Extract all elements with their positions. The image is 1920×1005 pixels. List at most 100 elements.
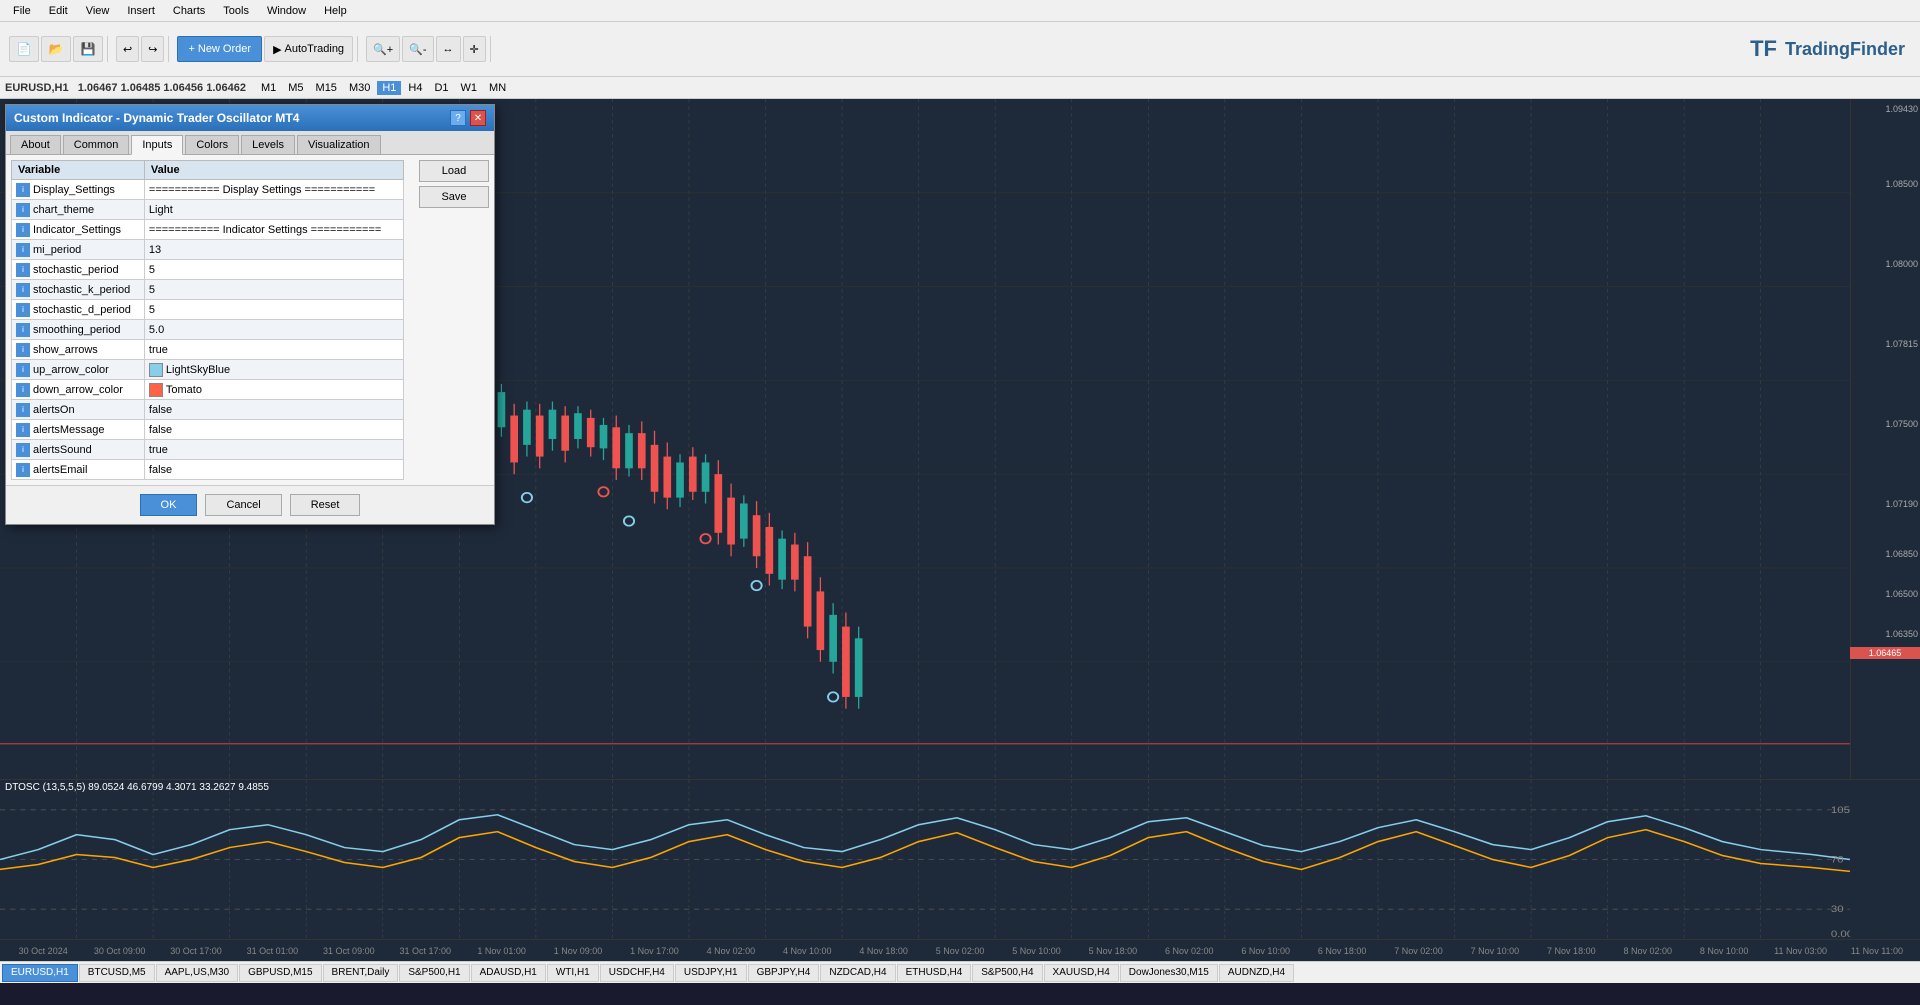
cancel-button[interactable]: Cancel — [205, 494, 281, 516]
param-icon: i — [16, 463, 30, 477]
time-label-22: 8 Nov 02:00 — [1610, 946, 1686, 956]
logo-text: TradingFinder — [1785, 39, 1905, 60]
table-row[interactable]: istochastic_d_period5 — [12, 300, 404, 320]
param-icon: i — [16, 203, 30, 217]
bottom-tab-eurusd-h1[interactable]: EURUSD,H1 — [2, 964, 78, 982]
table-row[interactable]: iIndicator_Settings=========== Indicator… — [12, 220, 404, 240]
table-row[interactable]: ismoothing_period5.0 — [12, 320, 404, 340]
file-tools: 📄 📂 💾 — [5, 36, 108, 62]
time-label-6: 31 Oct 17:00 — [387, 946, 463, 956]
bottom-tab-audnzd-h4[interactable]: AUDNZD,H4 — [1219, 964, 1294, 982]
bottom-tab-nzdcad-h4[interactable]: NZDCAD,H4 — [820, 964, 895, 982]
dialog-tab-inputs[interactable]: Inputs — [131, 135, 183, 155]
menu-edit[interactable]: Edit — [41, 3, 76, 19]
menu-bar: File Edit View Insert Charts Tools Windo… — [0, 0, 1920, 22]
bottom-tab-sp500-h4[interactable]: S&P500,H4 — [972, 964, 1042, 982]
bottom-tab-adausd-h1[interactable]: ADAUSD,H1 — [471, 964, 546, 982]
tf-m5[interactable]: M5 — [283, 81, 308, 95]
bottom-tab-wti-h1[interactable]: WTI,H1 — [547, 964, 599, 982]
ok-button[interactable]: OK — [140, 494, 198, 516]
tf-m1[interactable]: M1 — [256, 81, 281, 95]
bottom-tab-ethusd-h4[interactable]: ETHUSD,H4 — [897, 964, 972, 982]
load-button[interactable]: Load — [419, 160, 489, 182]
dialog-tab-colors[interactable]: Colors — [185, 135, 239, 154]
param-value: 5 — [144, 300, 403, 320]
time-label-16: 6 Nov 02:00 — [1151, 946, 1227, 956]
dialog-tabs: About Common Inputs Colors Levels Visual… — [6, 131, 494, 155]
table-row[interactable]: ishow_arrowstrue — [12, 340, 404, 360]
menu-window[interactable]: Window — [259, 3, 314, 19]
bottom-tab-gbpjpy-h4[interactable]: GBPJPY,H4 — [748, 964, 820, 982]
bottom-tab-brent-daily[interactable]: BRENT,Daily — [323, 964, 399, 982]
undo-btn[interactable]: ↩ — [116, 36, 139, 62]
indicator-dialog: Custom Indicator - Dynamic Trader Oscill… — [5, 104, 495, 525]
param-icon: i — [16, 183, 30, 197]
dialog-help-button[interactable]: ? — [450, 110, 466, 126]
table-row[interactable]: iup_arrow_colorLightSkyBlue — [12, 360, 404, 380]
new-chart-btn[interactable]: 📄 — [9, 36, 39, 62]
dialog-tab-visualization[interactable]: Visualization — [297, 135, 381, 154]
menu-view[interactable]: View — [78, 3, 118, 19]
param-variable: iDisplay_Settings — [12, 180, 145, 200]
table-row[interactable]: ichart_themeLight — [12, 200, 404, 220]
bottom-tab-usdchf-h4[interactable]: USDCHF,H4 — [600, 964, 674, 982]
bottom-tab-sp500-h1[interactable]: S&P500,H1 — [399, 964, 469, 982]
bottom-tab-dowjones-m15[interactable]: DowJones30,M15 — [1120, 964, 1218, 982]
tf-w1[interactable]: W1 — [456, 81, 483, 95]
table-row[interactable]: ialertsMessagefalse — [12, 420, 404, 440]
svg-text:105: 105 — [1831, 806, 1850, 816]
new-order-label: New Order — [198, 43, 251, 55]
time-label-20: 7 Nov 10:00 — [1457, 946, 1533, 956]
bottom-tab-usdjpy-h1[interactable]: USDJPY,H1 — [675, 964, 747, 982]
tf-m15[interactable]: M15 — [311, 81, 342, 95]
time-label-9: 1 Nov 17:00 — [616, 946, 692, 956]
menu-insert[interactable]: Insert — [119, 3, 163, 19]
save-button[interactable]: Save — [419, 186, 489, 208]
time-label-3: 30 Oct 17:00 — [158, 946, 234, 956]
reset-button[interactable]: Reset — [290, 494, 361, 516]
table-row[interactable]: imi_period13 — [12, 240, 404, 260]
param-variable: istochastic_d_period — [12, 300, 145, 320]
table-row[interactable]: ialertsOnfalse — [12, 400, 404, 420]
save-btn[interactable]: 💾 — [73, 36, 103, 62]
tf-m30[interactable]: M30 — [344, 81, 375, 95]
bottom-tab-xauusd-h4[interactable]: XAUUSD,H4 — [1044, 964, 1119, 982]
dialog-close-button[interactable]: ✕ — [470, 110, 486, 126]
menu-file[interactable]: File — [5, 3, 39, 19]
dialog-titlebar[interactable]: Custom Indicator - Dynamic Trader Oscill… — [6, 105, 494, 131]
bottom-tab-gbpusd-m15[interactable]: GBPUSD,M15 — [239, 964, 321, 982]
tf-d1[interactable]: D1 — [429, 81, 453, 95]
bottom-tab-btcusd-m5[interactable]: BTCUSD,M5 — [79, 964, 155, 982]
table-row[interactable]: ialertsSoundtrue — [12, 440, 404, 460]
new-order-icon: + — [188, 43, 194, 55]
menu-tools[interactable]: Tools — [215, 3, 257, 19]
table-row[interactable]: istochastic_k_period5 — [12, 280, 404, 300]
zoom-out-btn[interactable]: 🔍- — [402, 36, 433, 62]
dialog-overlay: Custom Indicator - Dynamic Trader Oscill… — [0, 99, 1920, 779]
zoom-in-icon: 🔍+ — [373, 43, 393, 56]
table-row[interactable]: idown_arrow_colorTomato — [12, 380, 404, 400]
tf-mn[interactable]: MN — [484, 81, 511, 95]
dialog-tab-common[interactable]: Common — [63, 135, 130, 154]
redo-btn[interactable]: ↪ — [141, 36, 164, 62]
tf-h4[interactable]: H4 — [403, 81, 427, 95]
menu-help[interactable]: Help — [316, 3, 355, 19]
crosshair-btn[interactable]: ✛ — [463, 36, 486, 62]
dialog-tab-about[interactable]: About — [10, 135, 61, 154]
chart-scroll-btn[interactable]: ↔ — [436, 36, 461, 62]
time-label-19: 7 Nov 02:00 — [1380, 946, 1456, 956]
open-btn[interactable]: 📂 — [41, 36, 71, 62]
param-value: false — [144, 420, 403, 440]
bottom-tab-aapl-m30[interactable]: AAPL,US,M30 — [156, 964, 238, 982]
tf-h1[interactable]: H1 — [377, 81, 401, 95]
dialog-tab-levels[interactable]: Levels — [241, 135, 295, 154]
menu-charts[interactable]: Charts — [165, 3, 213, 19]
svg-text:70: 70 — [1831, 856, 1844, 866]
new-order-button[interactable]: + New Order — [177, 36, 262, 62]
auto-trading-button[interactable]: ▶ AutoTrading — [264, 36, 353, 62]
param-variable-text: alertsOn — [33, 403, 75, 415]
table-row[interactable]: iDisplay_Settings=========== Display Set… — [12, 180, 404, 200]
table-row[interactable]: istochastic_period5 — [12, 260, 404, 280]
zoom-in-btn[interactable]: 🔍+ — [366, 36, 400, 62]
table-row[interactable]: ialertsEmailfalse — [12, 460, 404, 480]
